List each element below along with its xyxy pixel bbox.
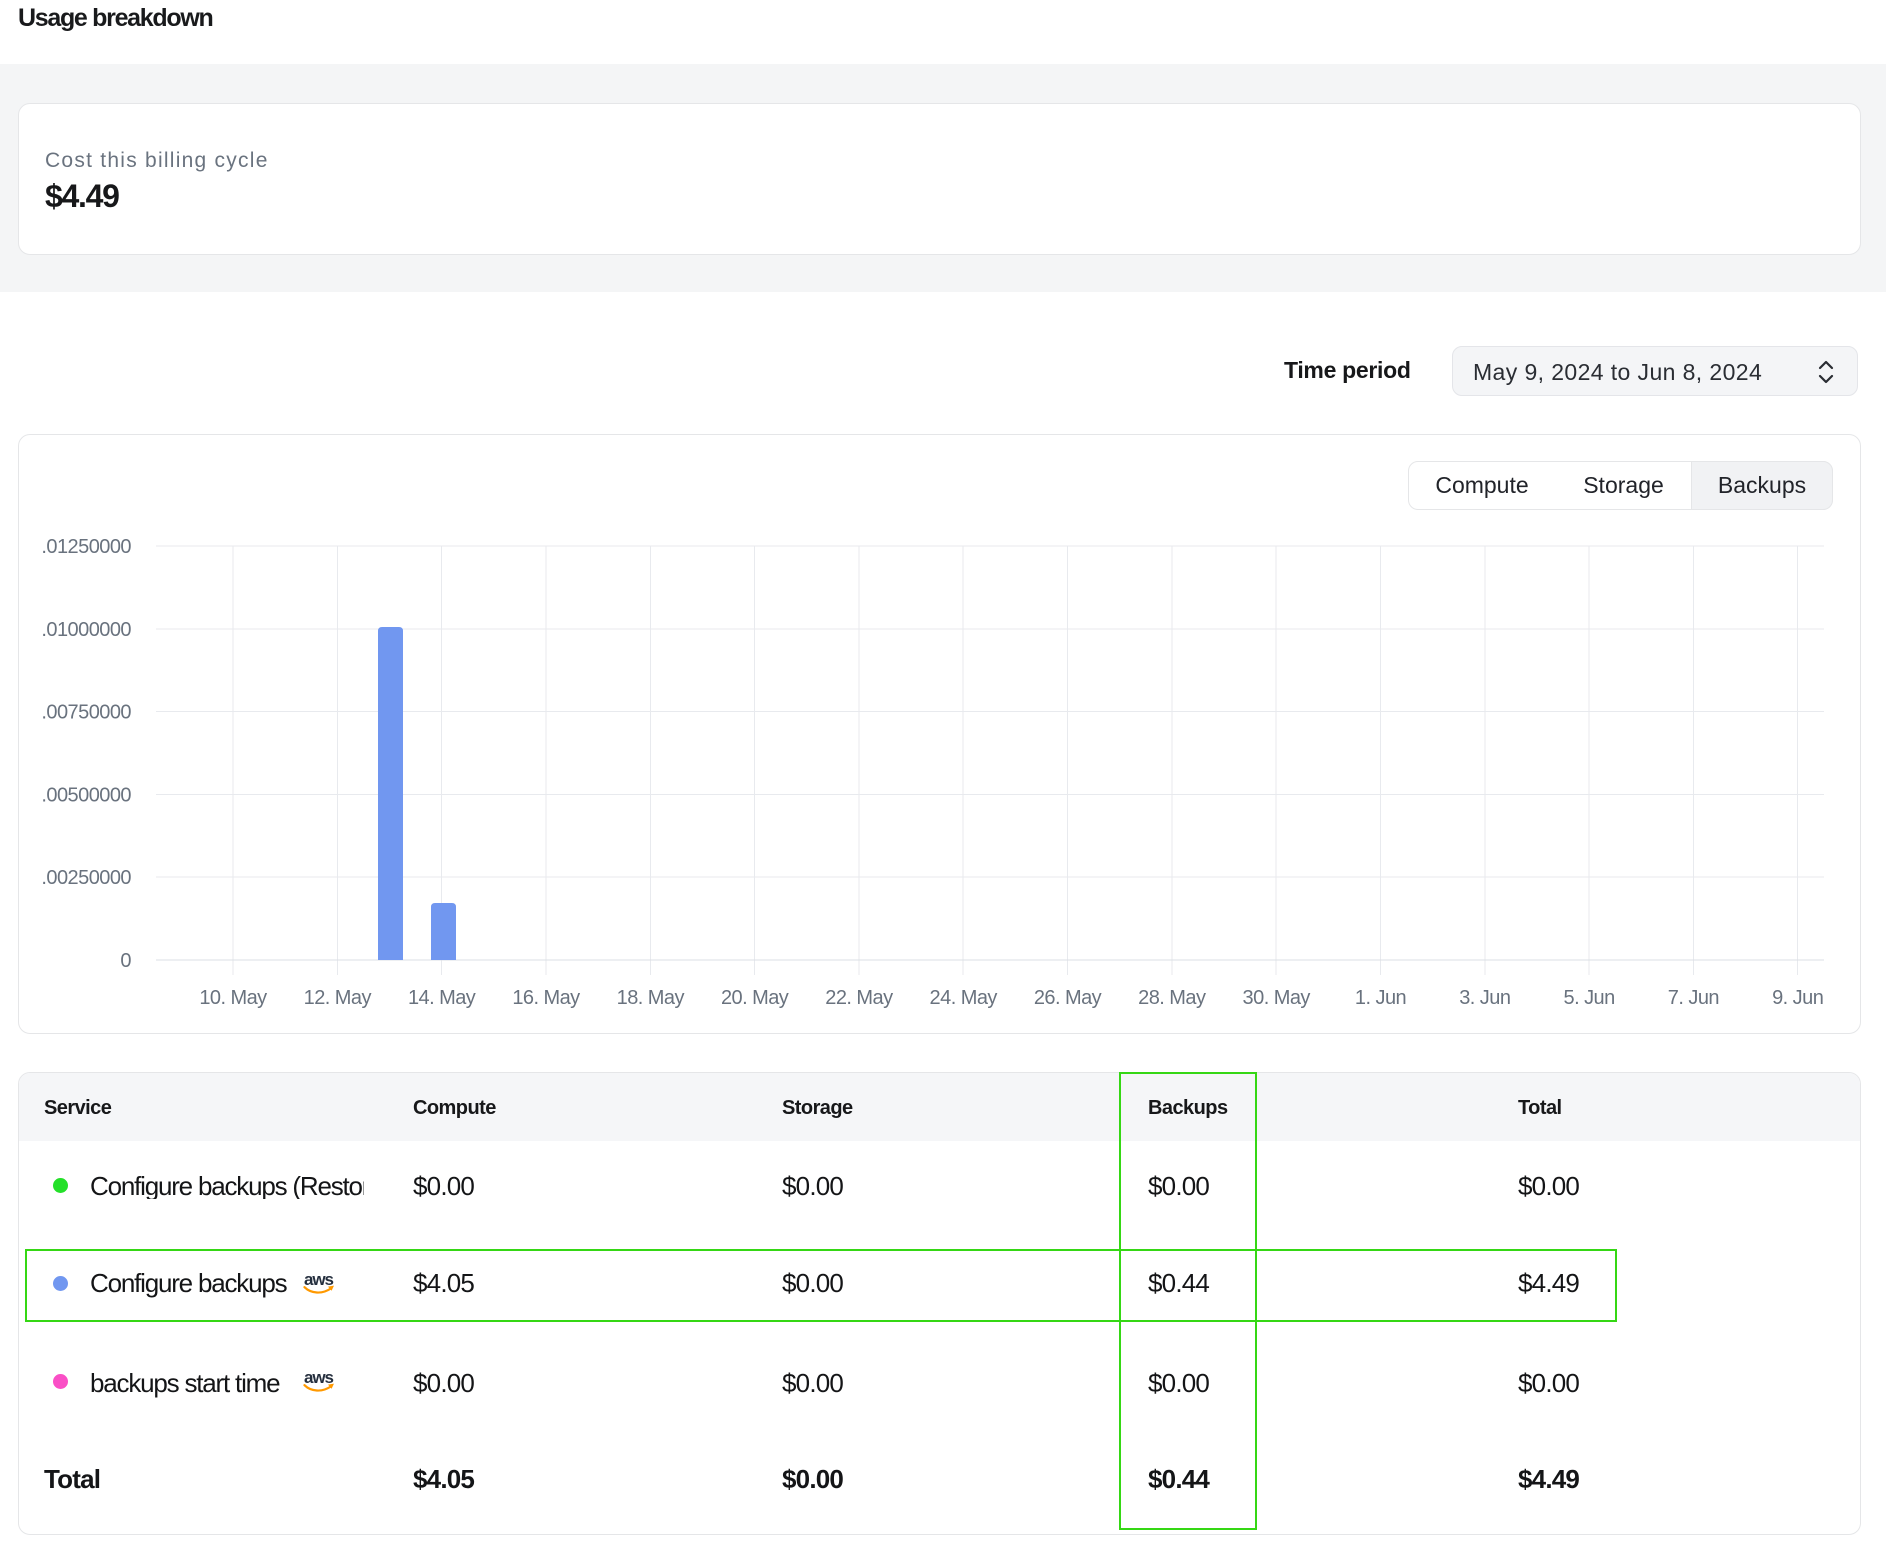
svg-text:.00750000: .00750000 <box>41 702 131 724</box>
svg-text:16. May: 16. May <box>512 987 580 1009</box>
svg-text:10. May: 10. May <box>199 987 267 1009</box>
svg-text:.00250000: .00250000 <box>41 867 131 889</box>
svg-text:12. May: 12. May <box>304 987 372 1009</box>
svg-text:30. May: 30. May <box>1243 987 1311 1009</box>
svg-text:3. Jun: 3. Jun <box>1459 987 1510 1009</box>
svg-text:22. May: 22. May <box>825 987 893 1009</box>
svg-text:18. May: 18. May <box>617 987 685 1009</box>
svg-text:0: 0 <box>120 950 131 972</box>
svg-text:7. Jun: 7. Jun <box>1668 987 1719 1009</box>
svg-text:28. May: 28. May <box>1138 987 1206 1009</box>
svg-text:14. May: 14. May <box>408 987 476 1009</box>
svg-text:.01000000: .01000000 <box>41 619 131 641</box>
svg-text:.01250000: .01250000 <box>41 536 131 558</box>
svg-text:1. Jun: 1. Jun <box>1355 987 1406 1009</box>
svg-text:26. May: 26. May <box>1034 987 1102 1009</box>
svg-text:20. May: 20. May <box>721 987 789 1009</box>
svg-text:9. Jun: 9. Jun <box>1772 987 1823 1009</box>
svg-text:.00500000: .00500000 <box>41 784 131 806</box>
svg-text:5. Jun: 5. Jun <box>1564 987 1615 1009</box>
svg-text:24. May: 24. May <box>930 987 998 1009</box>
